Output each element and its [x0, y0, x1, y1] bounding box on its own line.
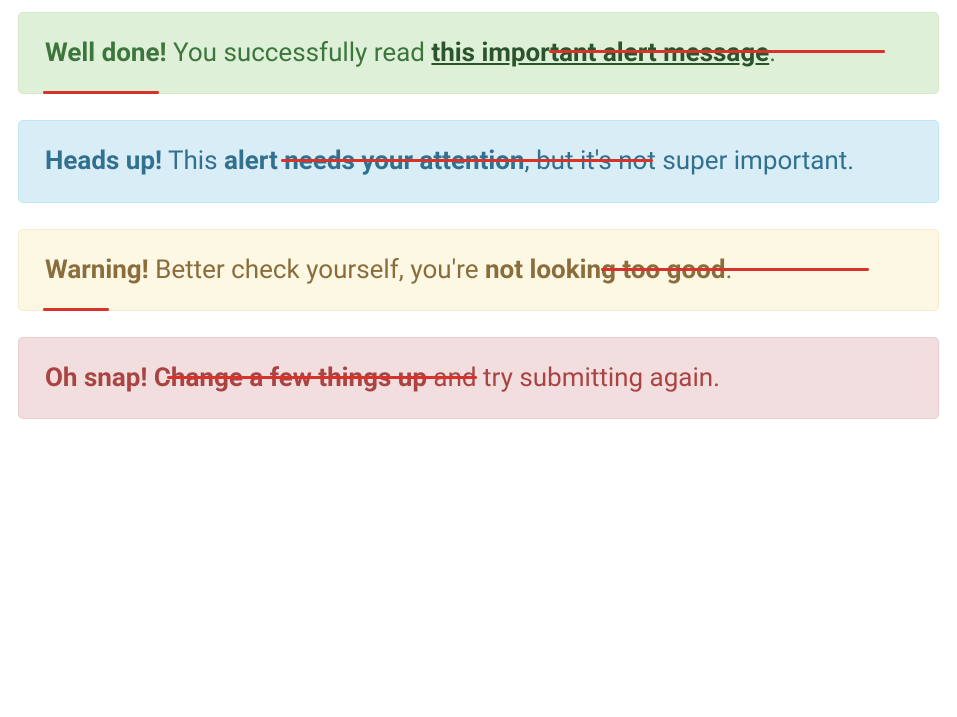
alert-text-post: and try submitting again.: [427, 363, 720, 393]
annotation-underline: [43, 91, 159, 94]
annotation-underline: [43, 308, 109, 311]
alert-text-post: , but it's not super important.: [525, 146, 855, 176]
alert-bold: not looking too good: [485, 255, 726, 285]
alert-heading: Warning!: [45, 255, 149, 285]
alert-text-pre: Better check yourself, you're: [149, 255, 485, 285]
alert-text-pre: This: [162, 146, 224, 176]
alert-bold: Change a few things up: [154, 363, 427, 393]
alert-link[interactable]: this important alert message: [431, 38, 769, 68]
alert-danger: Oh snap! Change a few things up and try …: [18, 337, 939, 419]
alert-warning: Warning! Better check yourself, you're n…: [18, 229, 939, 311]
alert-bold: alert needs your attention: [224, 146, 525, 176]
alert-heading: Well done!: [45, 38, 167, 68]
alert-info: Heads up! This alert needs your attentio…: [18, 120, 939, 202]
alert-text-post: .: [726, 255, 733, 285]
alert-text-pre: You successfully read: [167, 38, 432, 68]
alert-success: Well done! You successfully read this im…: [18, 12, 939, 94]
alert-heading: Heads up!: [45, 146, 162, 176]
alert-heading: Oh snap!: [45, 363, 147, 393]
alert-text-post: .: [769, 38, 776, 68]
